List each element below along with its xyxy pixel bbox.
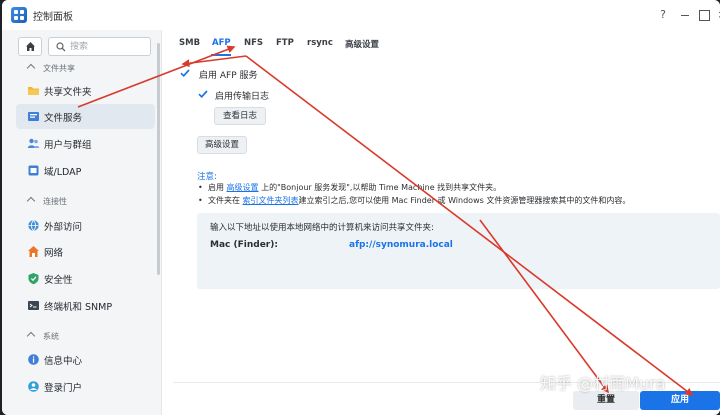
group-file-sharing[interactable]: 文件共享 [2,61,152,77]
file-services-icon [28,112,39,121]
home-icon [26,42,35,51]
search-icon [56,42,66,52]
sidebar-item-label: 安全性 [44,275,73,286]
sidebar-item-label: 文件服务 [44,113,83,124]
tab-afp[interactable]: AFP [212,38,231,48]
shield-icon [28,273,39,285]
help-button[interactable]: ? [654,6,672,24]
terminal-icon [28,301,39,310]
control-panel-app-icon [11,7,27,23]
tab-smb[interactable]: SMB [179,38,200,48]
search-input[interactable] [70,39,148,54]
control-panel-window: 控制面板 ? × 文件共享 共享文件夹 [2,0,720,415]
enable-afp-checkbox[interactable] [179,67,191,79]
active-tab-indicator [211,54,231,56]
group-system[interactable]: 系统 [2,329,152,345]
window-title: 控制面板 [33,12,73,23]
sidebar-item-network[interactable]: 网络 [16,239,155,264]
main-panel: SMB AFP NFS FTP rsync 高级设置 启用 AFP 服务 启用传… [163,30,720,415]
enable-transfer-log-label: 启用传输日志 [215,92,270,102]
minimize-button[interactable] [676,6,694,24]
sidebar-item-label: 用户与群组 [44,140,92,151]
tab-nfs[interactable]: NFS [244,38,263,48]
sidebar-item-users-groups[interactable]: 用户与群组 [16,131,155,156]
sidebar-item-file-services[interactable]: 文件服务 [16,104,155,129]
close-button[interactable]: × [713,6,720,24]
portal-icon [28,381,39,392]
chevron-up-icon [26,63,36,73]
sidebar-item-shared-folder[interactable]: 共享文件夹 [16,78,155,103]
group-label: 连接性 [43,197,67,206]
group-label: 系统 [43,332,59,341]
sidebar: 文件共享 共享文件夹 文件服务 用户与群组 [2,30,162,415]
mac-finder-label: Mac (Finder): [210,240,278,250]
tab-rsync[interactable]: rsync [307,38,333,48]
sidebar-item-label: 信息中心 [44,356,83,367]
sidebar-item-label: 登录门户 [44,383,83,394]
access-info-text: 输入以下地址以使用本地网络中的计算机来访问共享文件夹: [210,223,434,233]
sidebar-item-label: 网络 [44,248,64,259]
mac-finder-address: afp://synomura.local [349,240,453,250]
domain-icon [28,165,39,176]
sidebar-item-security[interactable]: 安全性 [16,266,155,291]
view-log-button[interactable]: 查看日志 [214,107,266,125]
index-folder-list-link[interactable]: 索引文件夹列表 [243,196,299,205]
checkmark-icon [198,90,208,99]
advanced-settings-button[interactable]: 高级设置 [197,136,247,154]
group-label: 文件共享 [43,64,75,73]
note-line-1: • 启用 高级设置 上的"Bonjour 服务发现",以帮助 Time Machi… [198,183,502,192]
sidebar-item-external-access[interactable]: 外部访问 [16,213,155,238]
chevron-up-icon [26,331,36,341]
note-line-2: • 文件夹在 索引文件夹列表建立索引之后,您可以使用 Mac Finder 或 W… [198,196,631,205]
titlebar: 控制面板 ? × [2,0,720,30]
sidebar-item-label: 外部访问 [44,222,83,233]
sidebar-item-label: 共享文件夹 [44,87,92,98]
sidebar-item-login-portal[interactable]: 登录门户 [16,374,155,399]
sidebar-item-domain-ldap[interactable]: 域/LDAP [16,158,155,183]
tab-advanced-settings[interactable]: 高级设置 [345,38,379,50]
sidebar-scrollbar[interactable] [157,43,160,275]
advanced-settings-link[interactable]: 高级设置 [227,183,259,192]
home-button[interactable] [18,37,42,56]
search-box[interactable] [48,37,151,56]
users-icon [27,138,40,148]
enable-transfer-log-checkbox[interactable] [197,88,209,100]
folder-icon [28,87,39,95]
info-icon [28,354,39,365]
maximize-button[interactable] [695,6,713,24]
checkmark-icon [180,69,190,78]
sidebar-item-info-center[interactable]: 信息中心 [16,347,155,372]
sidebar-item-label: 域/LDAP [44,167,82,178]
watermark: 知乎 @村雨Mura [540,374,666,393]
enable-afp-label: 启用 AFP 服务 [199,71,258,81]
group-connectivity[interactable]: 连接性 [2,194,152,210]
chevron-up-icon [26,196,36,206]
note-title: 注意: [197,172,217,182]
tab-bar: SMB AFP NFS FTP rsync 高级设置 [163,30,720,58]
sidebar-item-label: 终端机和 SNMP [44,302,113,313]
network-icon [28,246,39,257]
globe-icon [28,220,39,231]
sidebar-item-terminal-snmp[interactable]: 终端机和 SNMP [16,293,155,318]
access-info-box: 输入以下地址以使用本地网络中的计算机来访问共享文件夹: Mac (Finder)… [197,213,720,289]
tab-ftp[interactable]: FTP [276,38,294,48]
